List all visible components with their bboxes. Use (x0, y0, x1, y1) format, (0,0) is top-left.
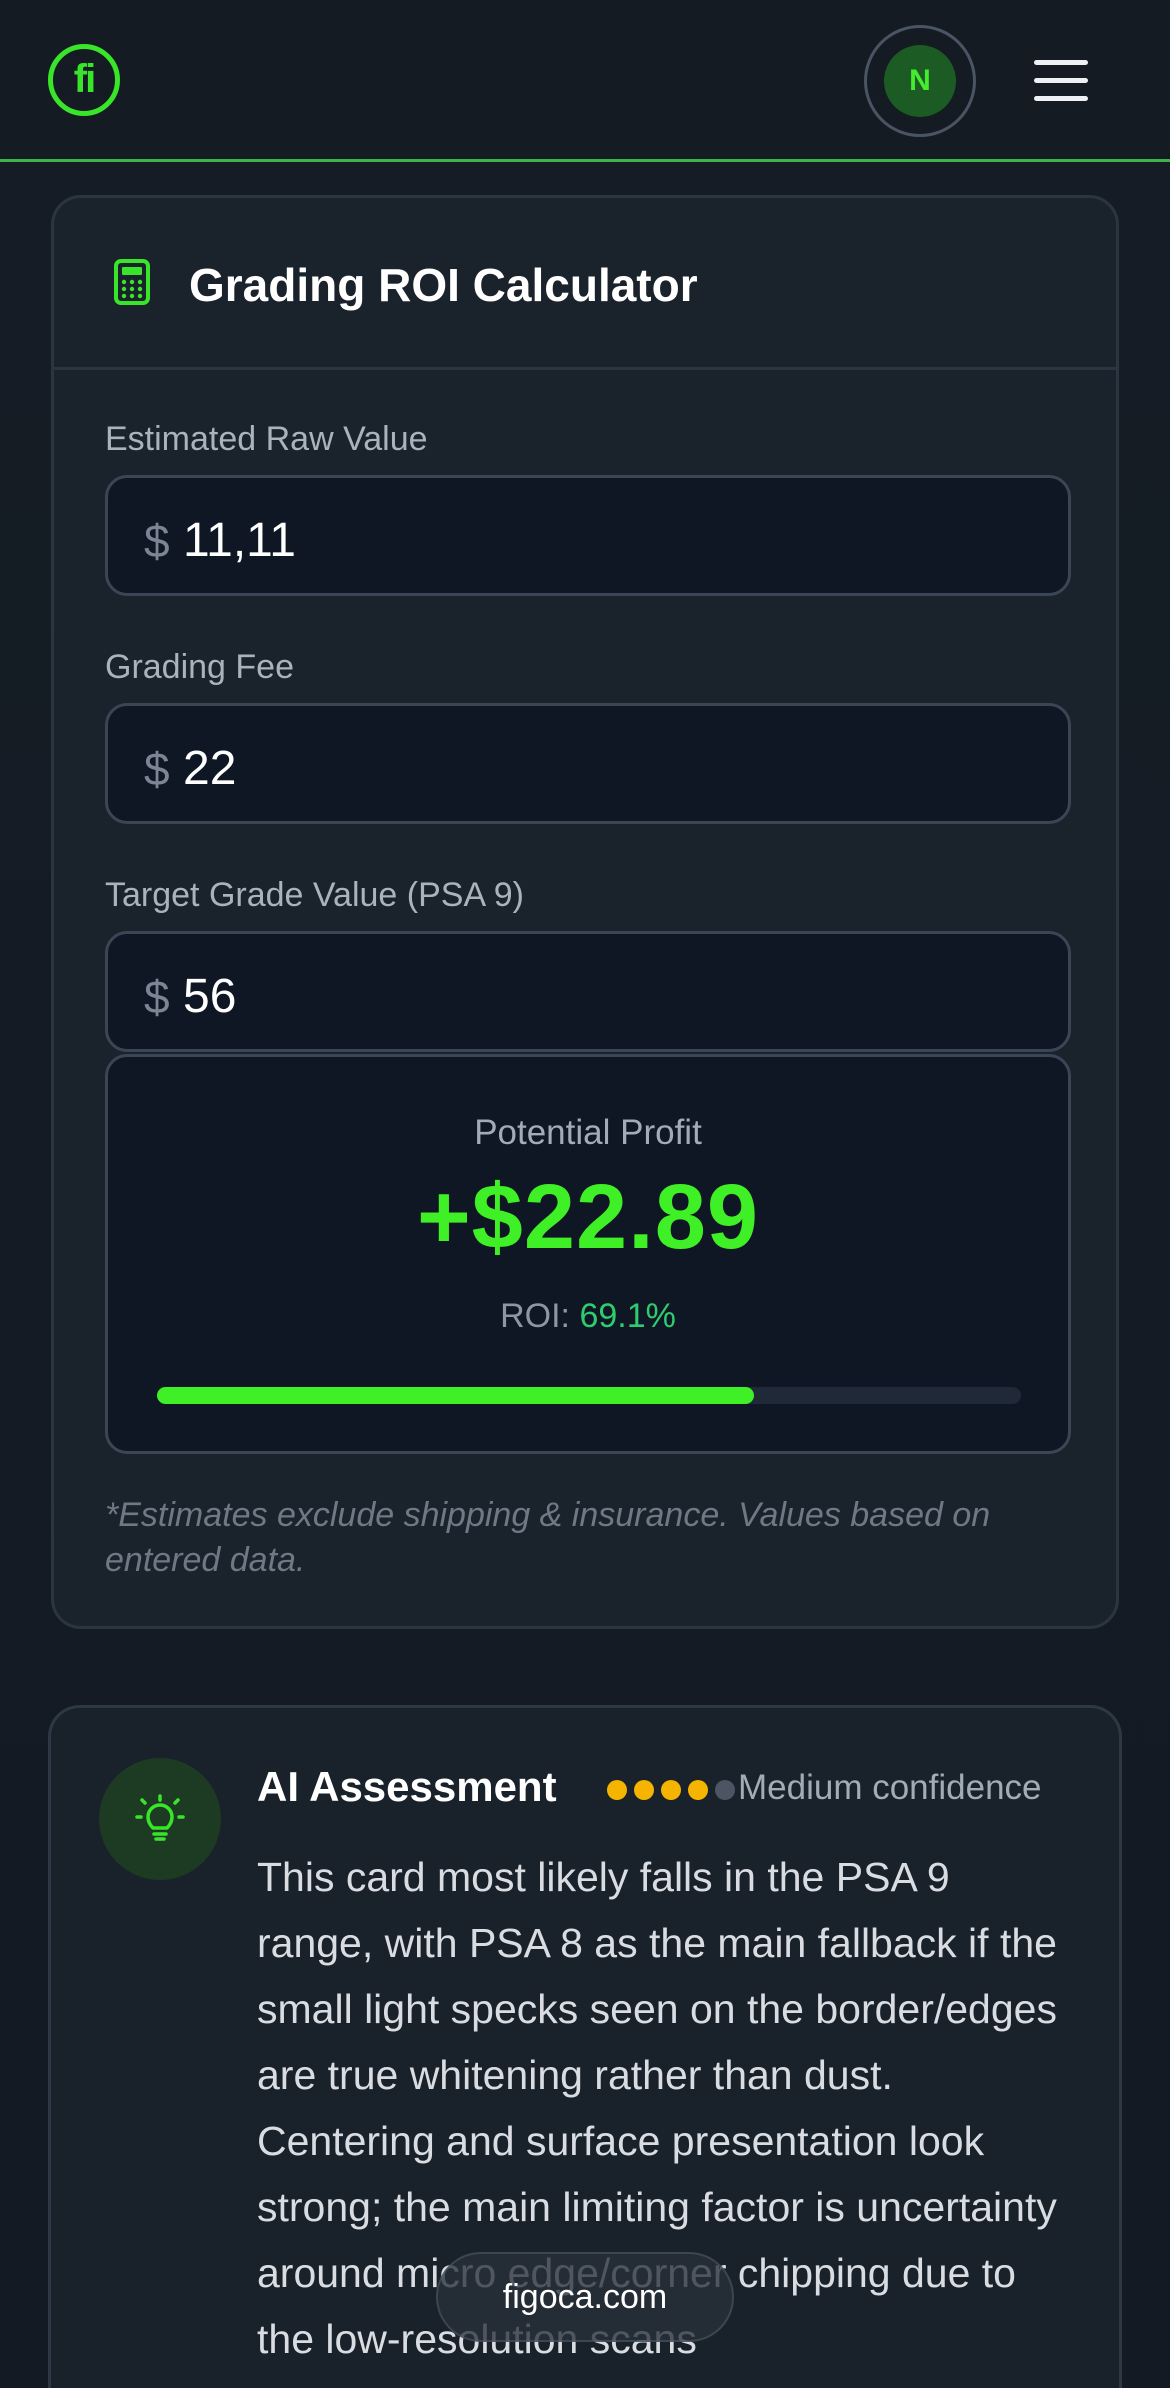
raw-value-label: Estimated Raw Value (105, 420, 428, 458)
confidence-dot-filled (661, 1780, 681, 1800)
lightbulb-icon (135, 1794, 185, 1841)
profit-value: +$22.89 (416, 1166, 760, 1268)
profit-result-panel: Potential Profit +$22.89 ROI: 69.1% (105, 1054, 1071, 1454)
confidence-dot-empty (715, 1780, 735, 1800)
roi-line: ROI: 69.1% (108, 1297, 1068, 1336)
confidence-label: Medium confidence (738, 1768, 1042, 1807)
currency-symbol: $ (144, 743, 170, 795)
currency-symbol: $ (144, 971, 170, 1023)
confidence-dots (607, 1780, 735, 1800)
grading-fee-text: 22 (183, 742, 237, 795)
confidence-dot-filled (688, 1780, 708, 1800)
app-header: fi N (0, 0, 1170, 162)
logo-text: fi (73, 57, 96, 101)
calculator-icon (114, 259, 150, 305)
roi-label: ROI: (500, 1297, 571, 1335)
roi-value: 69.1% (579, 1297, 676, 1335)
target-grade-text: 56 (183, 970, 237, 1023)
grading-fee-label: Grading Fee (105, 648, 294, 686)
menu-line (1034, 96, 1088, 101)
roi-calculator-card: Grading ROI Calculator Estimated Raw Val… (51, 195, 1119, 1629)
lightbulb-badge (99, 1758, 221, 1880)
menu-line (1034, 78, 1088, 83)
site-watermark: figoca.com (436, 2252, 734, 2342)
avatar: N (884, 45, 956, 117)
calculator-header: Grading ROI Calculator (54, 198, 1116, 370)
target-grade-label: Target Grade Value (PSA 9) (105, 876, 524, 914)
page: fi N Grading ROI Calculator Estimated Ra… (0, 0, 1170, 2388)
estimate-disclaimer: *Estimates exclude shipping & insurance.… (105, 1496, 991, 1579)
avatar-initial: N (909, 64, 931, 97)
assessment-title: AI Assessment (257, 1763, 557, 1810)
hamburger-menu-icon[interactable] (1030, 58, 1092, 104)
user-avatar-button[interactable]: N (864, 25, 976, 137)
menu-line (1034, 60, 1088, 65)
watermark-text: figoca.com (502, 2277, 668, 2316)
target-grade-input[interactable]: $ 56 (105, 931, 1071, 1052)
calculator-title: Grading ROI Calculator (189, 259, 698, 311)
confidence-dot-filled (634, 1780, 654, 1800)
raw-value-text: 11,11 (183, 514, 296, 567)
currency-symbol: $ (144, 515, 170, 567)
app-logo[interactable]: fi (48, 44, 120, 116)
raw-value-input[interactable]: $ 11,11 (105, 475, 1071, 596)
roi-progress-fill (157, 1387, 755, 1404)
grading-fee-input[interactable]: $ 22 (105, 703, 1071, 824)
roi-progress-track (157, 1387, 1021, 1404)
confidence-dot-filled (607, 1780, 627, 1800)
profit-label: Potential Profit (474, 1113, 702, 1152)
